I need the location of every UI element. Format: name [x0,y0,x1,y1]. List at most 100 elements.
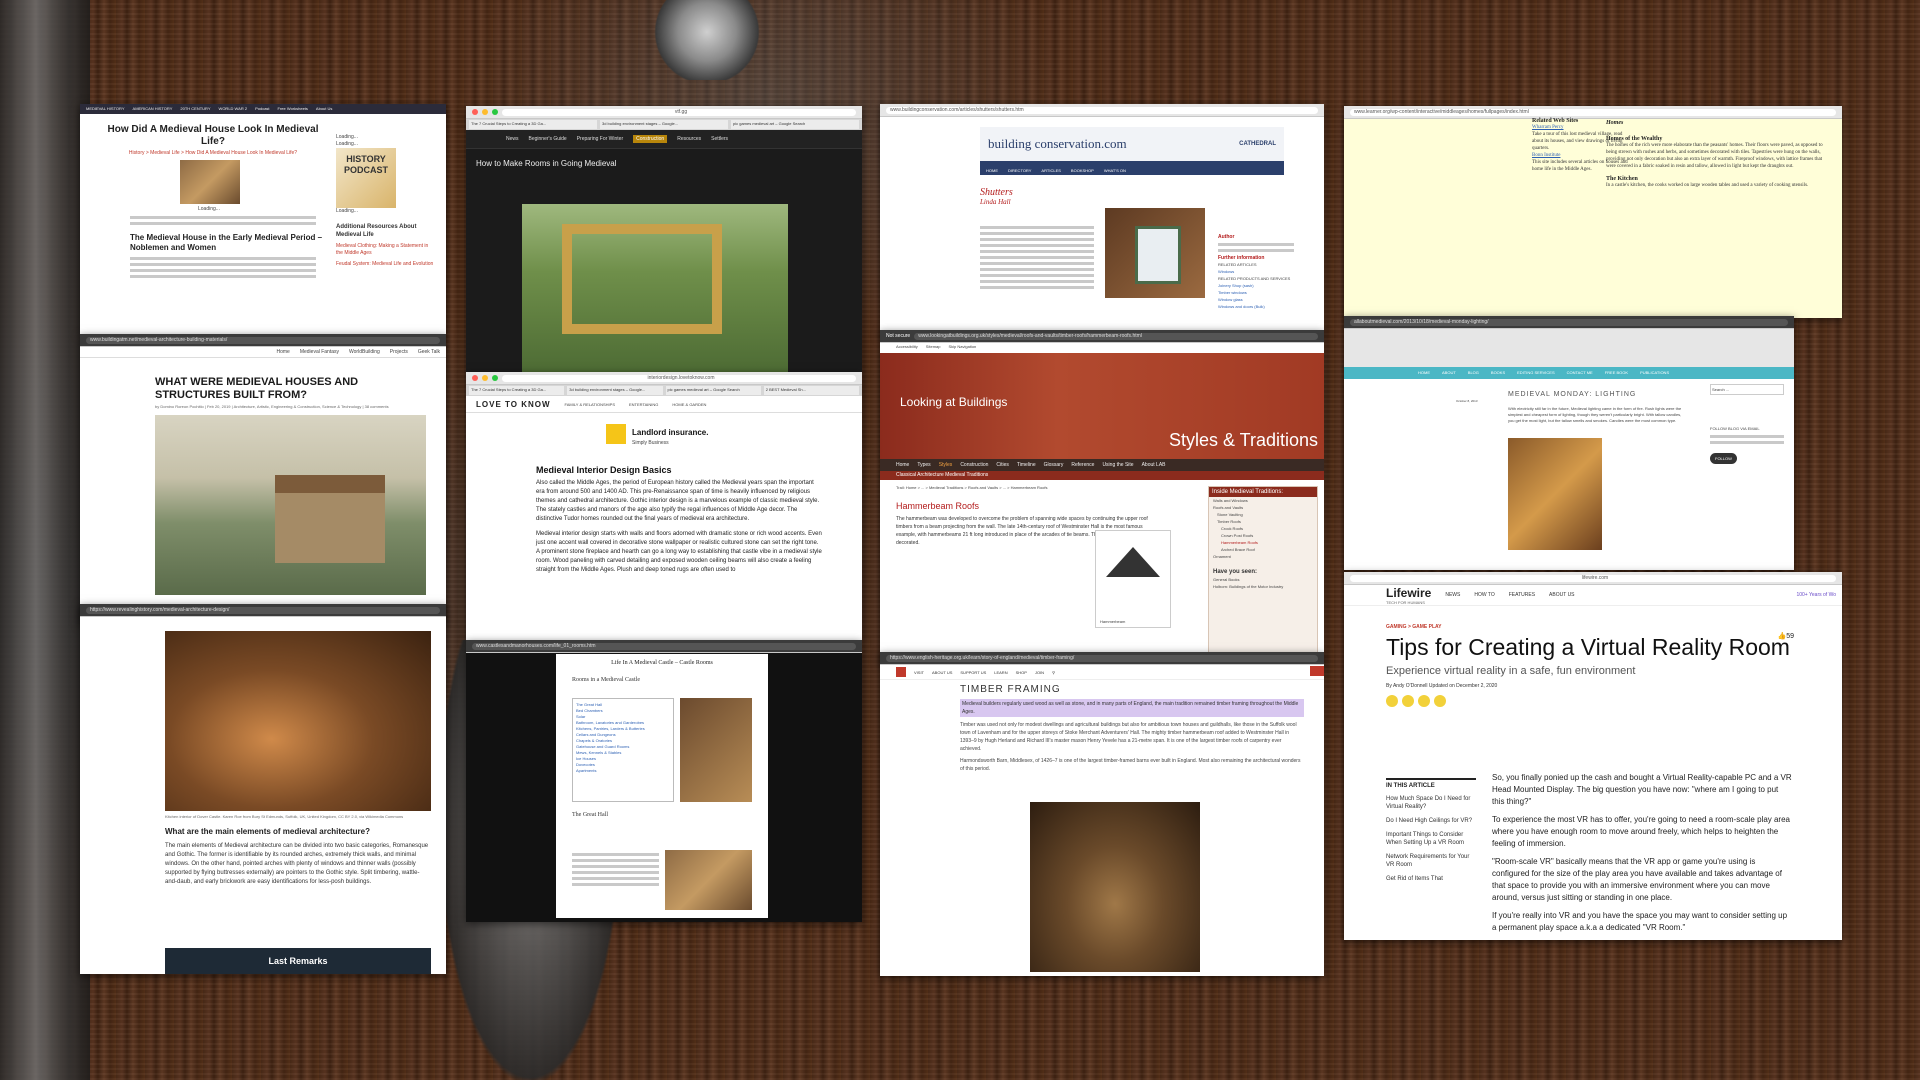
sidebar-link[interactable]: Walls and Windows [1213,497,1317,504]
nav-item[interactable]: CONTACT ME [1567,367,1593,379]
sidebar-link[interactable]: Joinery Shop (sash) [1218,282,1294,289]
breadcrumb[interactable]: History > Medieval Life > How Did A Medi… [100,150,326,156]
search-input[interactable]: Search ... [1710,384,1784,395]
sidebar-link[interactable]: Windows [1218,268,1294,275]
nav-item-active[interactable]: Construction [633,135,668,143]
ad-banner[interactable]: Landlord insurance. Simply Business [606,419,832,449]
nav-item[interactable]: ABOUT US [1549,592,1574,598]
twitter-icon[interactable] [1386,695,1398,707]
like-counter[interactable]: 👍59 [1777,632,1794,640]
nav-item[interactable]: ENTERTAINING [629,402,658,407]
toc-item[interactable]: How Much Space Do I Need for Virtual Rea… [1386,795,1476,811]
nav-item[interactable]: About Us [316,104,332,114]
toc-item[interactable]: Apartments [576,768,670,774]
nav-item[interactable]: Resources [677,136,701,142]
sidebar-link[interactable]: Window glass [1218,296,1294,303]
resource-link[interactable]: Feudal System: Medieval Life and Evoluti… [336,261,436,268]
sidebar-link[interactable]: RELATED PRODUCTS AND SERVICES [1218,275,1294,282]
nav-item[interactable]: SHOP [1016,670,1027,675]
browser-tab[interactable]: The 7 Crucial Steps to Creating a 3D Ga.… [469,386,565,395]
site-logo[interactable]: LOVE TO KNOW [476,400,551,409]
nav-item[interactable]: Beginner's Guide [529,136,567,142]
nav-item[interactable]: WorldBuilding [349,347,380,357]
site-logo[interactable]: Looking at Buildings [900,395,1007,409]
nav-item[interactable]: Home [896,459,909,471]
nav-item[interactable]: BLOG [1468,367,1479,379]
close-dot-icon[interactable] [472,109,478,115]
minimize-dot-icon[interactable] [482,109,488,115]
menu-button[interactable]: MEN [1310,666,1324,680]
sidebar-link[interactable]: Ornament [1213,553,1317,560]
not-secure-label[interactable]: Not secure [886,333,910,340]
url-bar[interactable]: lifewire.com [1350,574,1836,582]
nav-item[interactable]: About LAB [1142,459,1166,471]
zoom-dot-icon[interactable] [492,109,498,115]
nav-item[interactable]: ARTICLES [1041,167,1061,175]
sidebar-link[interactable]: Windows and doors (Bulk) [1218,303,1294,310]
nav-item[interactable]: JOIN [1035,670,1044,675]
nav-item[interactable]: MEDIEVAL HISTORY [86,104,125,114]
minimize-dot-icon[interactable] [482,375,488,381]
nav-item[interactable]: BOOKSHOP [1071,167,1094,175]
nav-item[interactable]: ABOUT US [932,670,952,675]
email-icon[interactable] [1434,695,1446,707]
nav-item[interactable]: EDITING SERVICES [1517,367,1555,379]
nav-item[interactable]: Glossary [1044,459,1064,471]
toc-item[interactable]: Network Requirements for Your VR Room [1386,853,1476,869]
nav-item[interactable]: Medieval Fantasy [300,347,339,357]
nav-item[interactable]: Types [917,459,930,471]
url-bar[interactable]: www.lookingatbuildings.org.uk/styles/med… [914,332,1318,340]
browser-tab[interactable]: pic games medieval art – Google Search [731,120,859,129]
nav-item[interactable]: ABOUT [1442,367,1456,379]
nav-item[interactable]: WORLD WAR 2 [219,104,248,114]
sidebar-link[interactable]: Holborn: Buildings of the Motor Industry [1213,583,1317,590]
promo-text[interactable]: 100+ Years of Wo [1796,592,1836,598]
url-bar[interactable]: vtf.gg [502,108,856,116]
nav-item[interactable]: HOME [986,167,998,175]
url-bar[interactable]: https://www.english-heritage.org.uk/lear… [886,654,1318,662]
nav-item[interactable]: FAMILY & RELATIONSHIPS [565,402,615,407]
share-icon[interactable] [1418,695,1430,707]
nav-item[interactable]: Podcast [255,104,269,114]
category-breadcrumb[interactable]: GAMING > GAME PLAY [1386,624,1842,630]
nav-item[interactable]: Using the Site [1102,459,1133,471]
nav-item[interactable]: Preparing For Winter [577,136,623,142]
utility-link[interactable]: Skip Navigation [948,343,976,353]
url-bar[interactable]: www.buildingconservation.com/articles/sh… [886,106,1318,114]
nav-item[interactable]: WHAT'S ON [1104,167,1126,175]
nav-item[interactable]: Home [276,347,289,357]
toc-item[interactable]: Do I Need High Ceilings for VR? [1386,817,1476,825]
toc-item[interactable]: Important Things to Consider When Settin… [1386,831,1476,847]
sidebar-link[interactable]: RELATED ARTICLES [1218,261,1294,268]
url-bar[interactable]: www.castlesandmanorhouses.com/life_01_ro… [472,642,856,650]
nav-item[interactable]: FREE BOOK [1605,367,1628,379]
browser-tab[interactable]: 3d building environment stages – Google.… [567,386,663,395]
sidebar-link-active[interactable]: Hammerbeam Roofs [1221,539,1317,546]
close-dot-icon[interactable] [472,375,478,381]
sidebar-link[interactable]: Timber windows [1218,289,1294,296]
sidebar-link[interactable]: Arched Brace Roof [1221,546,1317,553]
url-bar[interactable]: www.learner.org/wp-content/interactive/m… [1350,108,1836,116]
sidebar-link[interactable]: General Books [1213,576,1317,583]
sidebar-link[interactable]: Stone Vaulting [1217,511,1317,518]
nav-item[interactable]: HOME & GARDEN [672,402,706,407]
url-bar[interactable]: www.buildingatm.net/medieval-architectur… [86,336,440,344]
browser-tab[interactable]: 2 BEST Medieval Sh... [763,386,859,395]
nav-item[interactable]: LEARN [994,670,1007,675]
nav-item[interactable]: FEATURES [1509,592,1535,598]
browser-tab[interactable]: The 7 Crucial Steps to Creating a 3D Ga.… [469,120,597,129]
zoom-dot-icon[interactable] [492,375,498,381]
nav-item[interactable]: AMERICAN HISTORY [133,104,173,114]
sub-nav[interactable]: Classical Architecture Medieval Traditio… [880,471,1324,480]
nav-item[interactable]: Projects [390,347,408,357]
nav-item[interactable]: VISIT [914,670,924,675]
site-logo[interactable]: Lifewire TECH FOR HUMANS [1386,586,1431,605]
nav-item[interactable]: SUPPORT US [960,670,986,675]
toc-item[interactable]: Get Rid of Items That [1386,875,1476,883]
facebook-icon[interactable] [1402,695,1414,707]
nav-item[interactable]: Reference [1071,459,1094,471]
resource-link[interactable]: Medieval Clothing: Making a Statement in… [336,243,436,257]
nav-item[interactable]: BOOKS [1491,367,1505,379]
nav-item[interactable]: HOME [1418,367,1430,379]
nav-item[interactable]: Construction [960,459,988,471]
